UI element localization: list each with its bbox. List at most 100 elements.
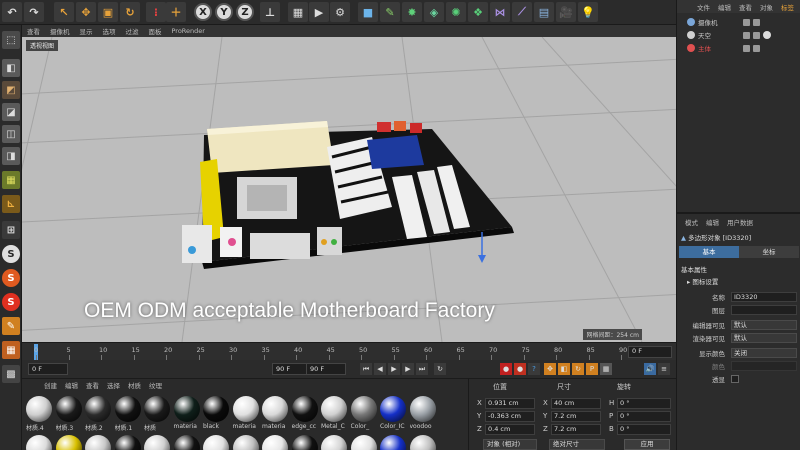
next-key-icon[interactable]: ▶ [402, 363, 414, 375]
loop-icon[interactable]: ↻ [434, 363, 446, 375]
timeline-menu-icon[interactable]: ≡ [658, 363, 670, 375]
camera-icon[interactable]: 🎥 [556, 2, 576, 22]
material-swatch[interactable] [203, 435, 230, 450]
viewport-menu-filter[interactable]: 过滤 [121, 26, 144, 36]
size-z-field[interactable]: 7.2 cm [551, 424, 601, 435]
visibility-dot-icon[interactable] [743, 18, 750, 26]
render-dot-icon[interactable] [753, 31, 760, 39]
material-menu-texture[interactable]: 纹理 [145, 380, 166, 390]
move-key-icon[interactable]: ✥ [544, 363, 556, 375]
material-swatch[interactable]: Color_IC [380, 396, 407, 430]
material-swatch[interactable]: materia [173, 396, 201, 430]
material-swatch[interactable]: Metal_C [321, 396, 348, 430]
material-swatch[interactable] [380, 435, 407, 450]
object-menu-file[interactable]: 文件 [693, 2, 714, 12]
checker-icon[interactable]: ▩ [2, 365, 20, 383]
recent-tools-icon[interactable]: ⁝ [146, 2, 166, 22]
scale-tool-icon[interactable]: ▣ [98, 2, 118, 22]
cube-object-icon[interactable]: ■ [358, 2, 378, 22]
material-swatch[interactable]: materia [262, 396, 289, 430]
param-key-icon[interactable]: P [586, 363, 598, 375]
size-x-field[interactable]: 40 cm [551, 398, 601, 409]
material-swatch[interactable] [85, 435, 112, 450]
material-swatch[interactable] [173, 435, 201, 450]
material-swatch[interactable]: 材质.1 [114, 396, 142, 432]
axis-z-button[interactable]: Z [236, 3, 254, 21]
start-frame-field[interactable]: 0 F [28, 363, 68, 375]
attr-menu-edit[interactable]: 编辑 [702, 217, 723, 227]
uv-mode-icon[interactable]: ▦ [2, 171, 20, 189]
material-menu-create[interactable]: 创建 [40, 380, 61, 390]
move-tool-icon[interactable]: ✥ [76, 2, 96, 22]
deformer-icon[interactable]: ⋈ [490, 2, 510, 22]
array-icon[interactable]: ❖ [468, 2, 488, 22]
texture-mode-icon[interactable]: ◩ [2, 81, 20, 99]
timeline-ruler[interactable]: 0 5 10 15 20 25 30 35 40 45 50 55 60 65 70 75 80 85 90 0 F [22, 342, 676, 360]
name-field[interactable]: ID3320 [731, 292, 797, 302]
material-swatch[interactable]: 材质 [144, 396, 171, 432]
pos-y-field[interactable]: -0.363 cm [485, 411, 535, 422]
object-menu-tags[interactable]: 标签 [777, 2, 798, 12]
rotate-key-icon[interactable]: ↻ [572, 363, 584, 375]
material-swatch[interactable] [262, 435, 289, 450]
select-arrow-icon[interactable]: ↖ [54, 2, 74, 22]
render-dot-icon[interactable] [753, 44, 760, 52]
record-icon[interactable]: ● [500, 363, 512, 375]
object-menu-object[interactable]: 对象 [756, 2, 777, 12]
material-swatch[interactable] [26, 435, 53, 450]
model-mode-icon[interactable]: ◧ [2, 59, 20, 77]
sound-icon[interactable]: 🔊 [644, 363, 656, 375]
perspective-viewport[interactable]: 透视视图 OEM ODM acceptable Motherboard Fact… [22, 37, 676, 342]
pla-key-icon[interactable]: ▦ [600, 363, 612, 375]
attr-menu-mode[interactable]: 模式 [681, 217, 702, 227]
material-swatch[interactable]: 材质.2 [85, 396, 112, 432]
render-settings-icon[interactable]: ⚙ [330, 2, 350, 22]
material-swatch[interactable] [144, 435, 171, 450]
floor-icon[interactable]: ▤ [534, 2, 554, 22]
viewport-menu-view[interactable]: 查看 [22, 26, 45, 36]
object-row-camera[interactable]: 摄像机 [687, 17, 797, 27]
object-row-sky[interactable]: 天空 [687, 30, 797, 40]
bend-icon[interactable]: ⟋ [512, 2, 532, 22]
keyframe-selection-icon[interactable]: ? [528, 363, 540, 375]
pos-x-field[interactable]: 0.931 cm [485, 398, 535, 409]
material-swatch[interactable]: 材质.3 [55, 396, 83, 432]
goto-start-icon[interactable]: ⏮ [360, 363, 372, 375]
pen-spline-icon[interactable]: ✎ [380, 2, 400, 22]
object-menu-edit[interactable]: 编辑 [714, 2, 735, 12]
axis-y-button[interactable]: Y [215, 3, 233, 21]
material-tag-icon[interactable] [763, 31, 771, 39]
render-view-icon[interactable]: ▦ [288, 2, 308, 22]
render-dot-icon[interactable] [753, 18, 760, 26]
workplane-icon[interactable]: ⊾ [2, 195, 20, 213]
add-icon[interactable]: ＋ [166, 2, 186, 22]
object-menu-view[interactable]: 查看 [735, 2, 756, 12]
render-picture-viewer-icon[interactable]: ▶ [309, 2, 329, 22]
end-frame-field[interactable]: 90 F [306, 363, 346, 375]
material-swatch[interactable]: black [203, 396, 230, 430]
pos-z-field[interactable]: 0.4 cm [485, 424, 535, 435]
timeline-frame-field[interactable]: 0 F [628, 346, 672, 358]
viewport-menu-prorender[interactable]: ProRender [167, 27, 210, 35]
prev-key-icon[interactable]: ◀ [374, 363, 386, 375]
coordinate-system-icon[interactable]: ⊥ [260, 2, 280, 22]
viewport-menu-camera[interactable]: 摄像机 [45, 26, 75, 36]
attr-menu-userdata[interactable]: 用户数据 [723, 217, 757, 227]
material-menu-material[interactable]: 材质 [124, 380, 145, 390]
cloner-icon[interactable]: ◈ [424, 2, 444, 22]
tab-basic[interactable]: 基本 [679, 246, 739, 258]
viewport-menu-panel[interactable]: 面板 [144, 26, 167, 36]
rot-p-field[interactable]: 0 ° [617, 411, 671, 422]
polygons-mode-icon[interactable]: ◨ [2, 147, 20, 165]
material-swatch[interactable] [291, 435, 319, 450]
goto-end-icon[interactable]: ⏭ [416, 363, 428, 375]
snap-icon[interactable]: ⊞ [2, 221, 20, 239]
axis-x-button[interactable]: X [194, 3, 212, 21]
autokey-icon[interactable]: ● [514, 363, 526, 375]
material-menu-view[interactable]: 查看 [82, 380, 103, 390]
apply-button[interactable]: 应用 [624, 439, 670, 450]
display-color-dropdown[interactable]: 关闭 [731, 348, 797, 358]
grid-texture-icon[interactable]: ▦ [2, 341, 20, 359]
mograph-icon[interactable]: ✺ [446, 2, 466, 22]
material-swatch[interactable]: voodoo [409, 396, 437, 430]
